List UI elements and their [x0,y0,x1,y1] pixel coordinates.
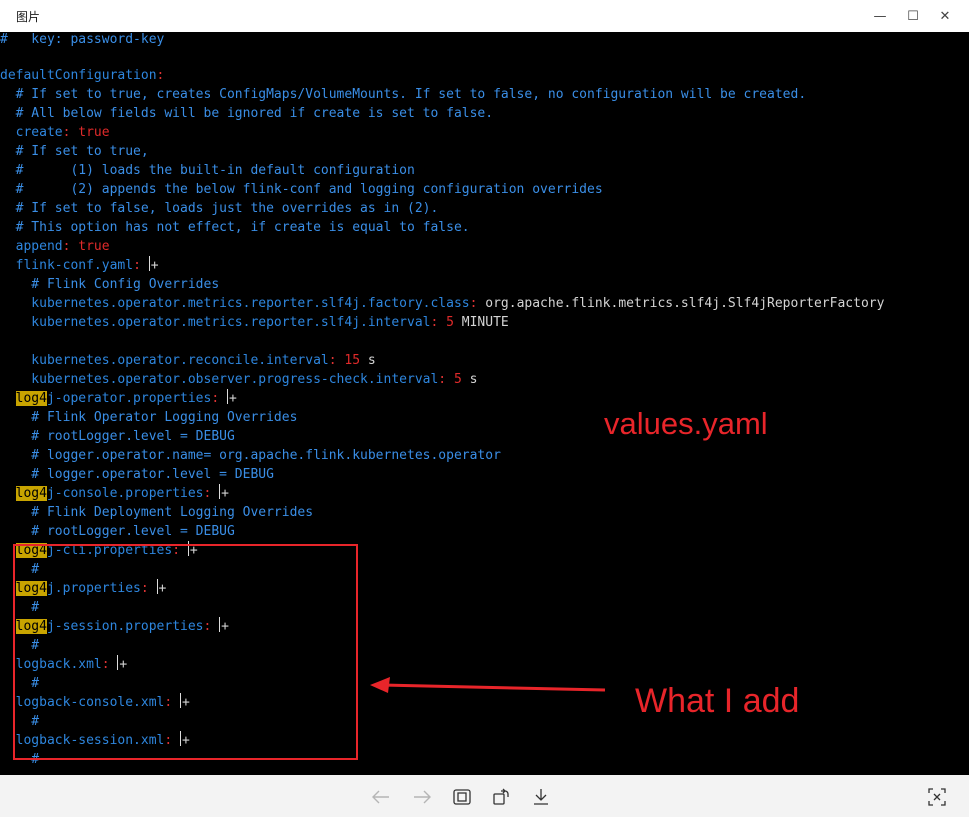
code-line: # rootLogger.level = DEBUG [0,524,235,539]
code-line: # logger.operator.name= org.apache.flink… [0,448,501,463]
arrow-right-icon [414,790,431,804]
code-line: kubernetes.operator.metrics.reporter.slf… [0,296,885,311]
code-line: defaultConfiguration: [0,68,165,83]
annotation-box [13,544,358,760]
code-line: # Flink Config Overrides [0,277,220,292]
code-line: kubernetes.operator.metrics.reporter.slf… [0,315,509,330]
close-button[interactable]: ✕ [922,0,968,32]
save-button[interactable] [529,785,553,809]
code-line: # key: password-key [0,32,165,47]
code-line: # If set to true, [0,144,149,159]
code-line: flink-conf.yaml: + [0,256,159,273]
code-line: # If set to true, creates ConfigMaps/Vol… [0,87,807,102]
code-line: log4j-console.properties: + [15,484,229,501]
next-button[interactable] [410,785,434,809]
fullscreen-button[interactable] [925,785,949,809]
download-icon [534,789,548,805]
annotation-note: What I add [635,682,800,720]
search-highlight: log4 [15,486,47,501]
text-cursor [148,256,150,271]
code-line: # (1) loads the built-in default configu… [0,163,415,178]
text-cursor [227,389,228,404]
code-line: # rootLogger.level = DEBUG [0,429,235,444]
window-title: 图片 [16,10,41,24]
annotation-arrow-icon [370,677,606,693]
code-line: append: true [0,239,110,254]
close-icon: ✕ [939,8,951,24]
fit-to-window-button[interactable] [450,785,474,809]
previous-button[interactable] [369,785,393,809]
maximize-icon: ☐ [907,8,919,24]
code-line: kubernetes.operator.observer.progress-ch… [0,372,478,387]
viewer-toolbar [0,775,969,817]
fit-window-icon [453,789,471,805]
code-line: # All below fields will be ignored if cr… [0,106,494,121]
minimize-icon: — [873,8,887,24]
code-line: # (2) appends the below flink-conf and l… [0,182,603,197]
code-screenshot: # key: password-key defaultConfiguration… [0,32,969,767]
arrow-left-icon [372,790,389,804]
code-line: log4j-operator.properties: + [15,389,237,406]
code-line: create: true [0,125,110,140]
code-line: kubernetes.operator.reconcile.interval: … [0,353,376,368]
annotation-title: values.yaml [604,406,768,441]
collapse-icon [928,788,946,806]
rotate-icon [493,788,509,805]
code-line: # This option has not effect, if create … [0,220,470,235]
search-highlight: log4 [15,391,47,406]
code-line: # Flink Operator Logging Overrides [0,410,298,425]
title-bar: 图片 — ☐ ✕ [0,0,969,32]
code-line: # logger.operator.level = DEBUG [0,467,274,482]
rotate-button[interactable] [489,785,513,809]
code-line: # If set to false, loads just the overri… [0,201,439,216]
code-line: # Flink Deployment Logging Overrides [0,505,314,520]
image-viewer: # key: password-key defaultConfiguration… [0,32,969,775]
